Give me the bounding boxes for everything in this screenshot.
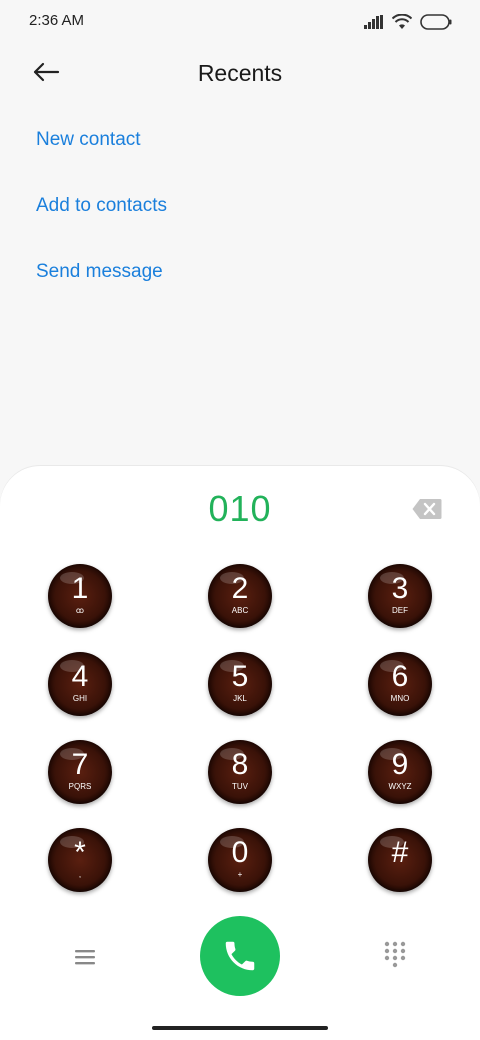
- new-contact-link[interactable]: New contact: [36, 120, 167, 186]
- key-5[interactable]: 5 JKL: [208, 652, 272, 716]
- action-list: New contact Add to contacts Send message: [36, 120, 167, 318]
- send-message-link[interactable]: Send message: [36, 252, 167, 318]
- key-9[interactable]: 9 WXYZ: [368, 740, 432, 804]
- key-digit: 5: [231, 660, 249, 693]
- backspace-icon: [412, 499, 442, 519]
- key-7[interactable]: 7 PQRS: [48, 740, 112, 804]
- key-digit: 1: [71, 572, 89, 605]
- menu-button[interactable]: [70, 942, 100, 972]
- key-1[interactable]: 1 ꝏ: [48, 564, 112, 628]
- key-digit: 0: [231, 836, 249, 869]
- key-letters: TUV: [232, 782, 248, 791]
- key-letters: DEF: [392, 606, 408, 615]
- menu-icon: [75, 950, 95, 965]
- key-digit: 6: [391, 660, 409, 693]
- key-letters: ,: [78, 870, 82, 879]
- key-letters: +: [237, 870, 243, 879]
- key-digit: 9: [391, 748, 409, 781]
- phone-icon: [225, 941, 255, 971]
- key-letters: ABC: [231, 606, 249, 615]
- keypad-toggle-button[interactable]: [382, 940, 408, 970]
- key-digit: *: [74, 836, 86, 869]
- key-0[interactable]: 0 +: [208, 828, 272, 892]
- call-button[interactable]: [200, 916, 280, 996]
- backspace-button[interactable]: [412, 498, 442, 520]
- key-star[interactable]: * ,: [48, 828, 112, 892]
- key-digit: 7: [71, 748, 89, 781]
- battery-icon: [420, 14, 452, 30]
- wifi-icon: [392, 14, 412, 29]
- key-6[interactable]: 6 MNO: [368, 652, 432, 716]
- key-digit: 8: [231, 748, 249, 781]
- key-letters: MNO: [390, 694, 410, 703]
- key-8[interactable]: 8 TUV: [208, 740, 272, 804]
- dialer-panel: 010 1 ꝏ 2 ABC 3 DEF 4 GHI 5 JKL 6 MNO 7 …: [0, 466, 480, 1040]
- key-letters: PQRS: [68, 782, 92, 791]
- key-digit: 4: [71, 660, 89, 693]
- key-digit: 2: [231, 572, 249, 605]
- signal-icon: [364, 15, 383, 29]
- key-digit: #: [391, 836, 409, 869]
- key-digit: 3: [391, 572, 409, 605]
- key-2[interactable]: 2 ABC: [208, 564, 272, 628]
- key-letters: GHI: [72, 694, 88, 703]
- voicemail-icon: ꝏ: [75, 606, 85, 615]
- key-3[interactable]: 3 DEF: [368, 564, 432, 628]
- keypad-icon: [384, 941, 406, 968]
- page-title: Recents: [197, 60, 283, 86]
- dialed-number: 010: [208, 488, 272, 529]
- add-to-contacts-link[interactable]: Add to contacts: [36, 186, 167, 252]
- home-indicator[interactable]: [152, 1026, 328, 1030]
- status-icons: [364, 13, 452, 31]
- status-bar: 2:36 AM: [0, 0, 480, 44]
- key-4[interactable]: 4 GHI: [48, 652, 112, 716]
- key-hash[interactable]: #: [368, 828, 432, 892]
- key-letters: WXYZ: [388, 782, 412, 791]
- status-time: 2:36 AM: [29, 12, 85, 29]
- key-letters: JKL: [233, 694, 247, 703]
- header: Recents: [0, 44, 480, 102]
